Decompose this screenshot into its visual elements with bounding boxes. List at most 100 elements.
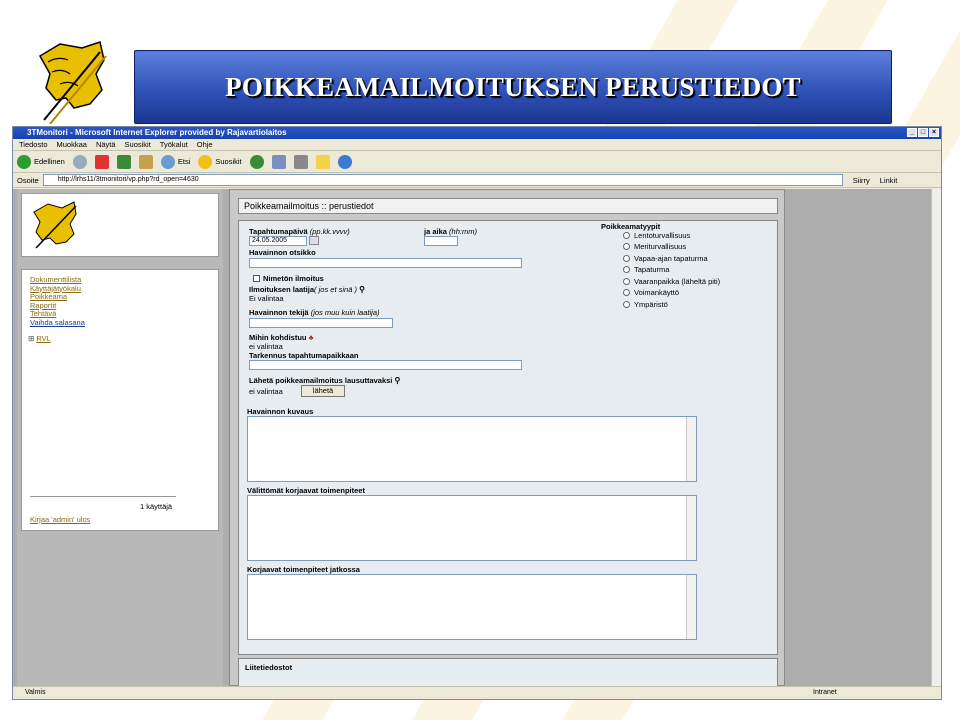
- favorites-button[interactable]: Suosikit: [198, 154, 242, 169]
- type-label: Vapaa-ajan tapaturma: [634, 254, 708, 263]
- observer-label: Havainnon tekijä (jos muu kuin laatija): [249, 308, 380, 317]
- lookup-icon: ⚲: [359, 285, 365, 294]
- anonymous-label: Nimetön ilmoitus: [263, 274, 324, 283]
- org-tree-icon: ♣: [308, 333, 314, 342]
- mail-icon[interactable]: [271, 154, 286, 169]
- immediate-actions-textarea[interactable]: [247, 495, 697, 561]
- stop-icon[interactable]: [94, 154, 109, 169]
- attachments-label: Liitetiedostot: [245, 663, 293, 672]
- date-input[interactable]: 24.05.2005: [249, 236, 307, 246]
- close-button[interactable]: ×: [929, 128, 939, 137]
- type-radio[interactable]: [623, 243, 630, 250]
- links-button[interactable]: Linkit: [880, 176, 898, 185]
- menu-item-favorites[interactable]: Suosikit: [125, 140, 151, 149]
- left-menu-box: Dokumenttilista Käyttäjätyökalu Poikkeam…: [21, 269, 219, 531]
- go-button[interactable]: Siirry: [853, 176, 870, 185]
- menu-item-view[interactable]: Näytä: [96, 140, 116, 149]
- forward-arrow-icon[interactable]: [72, 154, 87, 169]
- location-label: Tarkennus tapahtumapaikkaan: [249, 351, 359, 360]
- status-bar: Valmis Intranet: [13, 686, 941, 699]
- search-button[interactable]: Etsi: [160, 154, 191, 169]
- home-icon[interactable]: [138, 154, 153, 169]
- refresh-icon[interactable]: [116, 154, 131, 169]
- tree-item[interactable]: ⊞ RVL: [28, 334, 51, 344]
- location-input[interactable]: [249, 360, 522, 370]
- search-icon: [160, 154, 175, 169]
- address-input[interactable]: http://lrhs11/3tmonitori/vp.php?rd_open=…: [42, 174, 843, 186]
- subject-input[interactable]: [249, 258, 522, 268]
- type-radio[interactable]: [623, 301, 630, 308]
- search-label: Etsi: [177, 157, 191, 166]
- tree-item-label: RVL: [36, 334, 51, 343]
- send-button[interactable]: lähetä: [301, 385, 345, 397]
- address-value: http://lrhs11/3tmonitori/vp.php?rd_open=…: [57, 176, 199, 183]
- minimize-button[interactable]: _: [907, 128, 917, 137]
- back-button[interactable]: Edellinen: [17, 154, 65, 169]
- page-content: Dokumenttilista Käyttäjätyökalu Poikkeam…: [13, 189, 931, 686]
- followup-actions-label: Korjaavat toimenpiteet jatkossa: [247, 565, 360, 574]
- maximize-button[interactable]: □: [918, 128, 928, 137]
- print-icon[interactable]: [293, 154, 308, 169]
- toolbar: Edellinen Etsi Suosikit: [13, 151, 941, 173]
- immediate-actions-label: Välittömät korjaavat toimenpiteet: [247, 486, 365, 495]
- menu-item-edit[interactable]: Muokkaa: [57, 140, 87, 149]
- subject-label: Havainnon otsikko: [249, 248, 316, 257]
- time-label: ja aika (hh:mm): [424, 227, 477, 236]
- folder-icon[interactable]: [315, 154, 330, 169]
- followup-actions-textarea[interactable]: [247, 574, 697, 640]
- lion-emblem-icon: [33, 201, 77, 249]
- nav-link-change-password[interactable]: Vaihda salasana: [30, 318, 85, 328]
- reporter-label: Ilmoituksen laatija( jos et sinä ) ⚲: [249, 285, 365, 294]
- left-logo-box: [21, 193, 219, 257]
- target-value: ei valintaa: [249, 342, 283, 351]
- attachments-box: Liitetiedostot: [238, 658, 778, 686]
- history-icon[interactable]: [249, 154, 264, 169]
- status-text: Valmis: [25, 689, 46, 696]
- type-radio[interactable]: [623, 289, 630, 296]
- type-label: Voimankäyttö: [634, 288, 680, 297]
- security-zone: Intranet: [813, 689, 837, 696]
- logout-link[interactable]: Kirjaa 'admin' ulos: [30, 515, 90, 525]
- lookup-icon: ⚲: [394, 376, 401, 385]
- date-label: Tapahtumapäivä (pp.kk.vvvv): [249, 227, 350, 236]
- divider: [30, 496, 176, 497]
- calendar-icon[interactable]: [309, 236, 319, 245]
- favorites-label: Suosikit: [215, 157, 242, 166]
- slide-title: POIKKEAMAILMOITUKSEN PERUSTIEDOT: [225, 71, 801, 102]
- form-header: Poikkeamailmoitus :: perustiedot: [238, 198, 778, 214]
- target-label: Mihin kohdistuu ♣: [249, 333, 314, 342]
- tree-expand-icon: ⊞: [28, 334, 35, 343]
- type-label: Tapaturma: [634, 265, 670, 274]
- type-label: Meriturvallisuus: [634, 242, 687, 251]
- anonymous-checkbox[interactable]: [253, 275, 260, 282]
- messenger-icon[interactable]: [337, 154, 352, 169]
- menu-bar: Tiedosto Muokkaa Näytä Suosikit Työkalut…: [13, 139, 941, 151]
- users-count: 1 käyttäjä: [140, 502, 173, 511]
- type-radio[interactable]: [623, 232, 630, 239]
- observer-input[interactable]: [249, 318, 393, 328]
- left-frame: Dokumenttilista Käyttäjätyökalu Poikkeam…: [17, 189, 223, 686]
- send-value: ei valintaa: [249, 387, 283, 396]
- main-frame: Poikkeamailmoitus :: perustiedot Tapahtu…: [229, 189, 785, 686]
- address-bar: Osoite http://lrhs11/3tmonitori/vp.php?r…: [13, 173, 941, 188]
- vertical-scrollbar[interactable]: [931, 189, 941, 686]
- menu-item-file[interactable]: Tiedosto: [19, 140, 48, 149]
- slide: POIKKEAMAILMOITUKSEN PERUSTIEDOT 3TMonit…: [0, 0, 960, 720]
- description-textarea[interactable]: [247, 416, 697, 482]
- send-label: Lähetä poikkeamailmoitus lausuttavaksi ⚲: [249, 376, 401, 385]
- type-radio[interactable]: [623, 266, 630, 273]
- type-radio[interactable]: [623, 255, 630, 262]
- window-title: 3TMonitori - Microsoft Internet Explorer…: [27, 128, 287, 137]
- type-label: Vaaranpaikka (läheltä piti): [634, 277, 721, 286]
- menu-item-tools[interactable]: Työkalut: [160, 140, 188, 149]
- window-titlebar: 3TMonitori - Microsoft Internet Explorer…: [13, 127, 941, 139]
- lion-emblem-logo: [38, 41, 107, 124]
- back-label: Edellinen: [34, 157, 65, 166]
- star-icon: [198, 154, 213, 169]
- type-radio[interactable]: [623, 278, 630, 285]
- reporter-value: Ei valintaa: [249, 294, 284, 303]
- time-input[interactable]: [424, 236, 458, 246]
- form-body: Tapahtumapäivä (pp.kk.vvvv) 24.05.2005 j…: [238, 220, 778, 655]
- menu-item-help[interactable]: Ohje: [197, 140, 213, 149]
- address-label: Osoite: [17, 175, 39, 185]
